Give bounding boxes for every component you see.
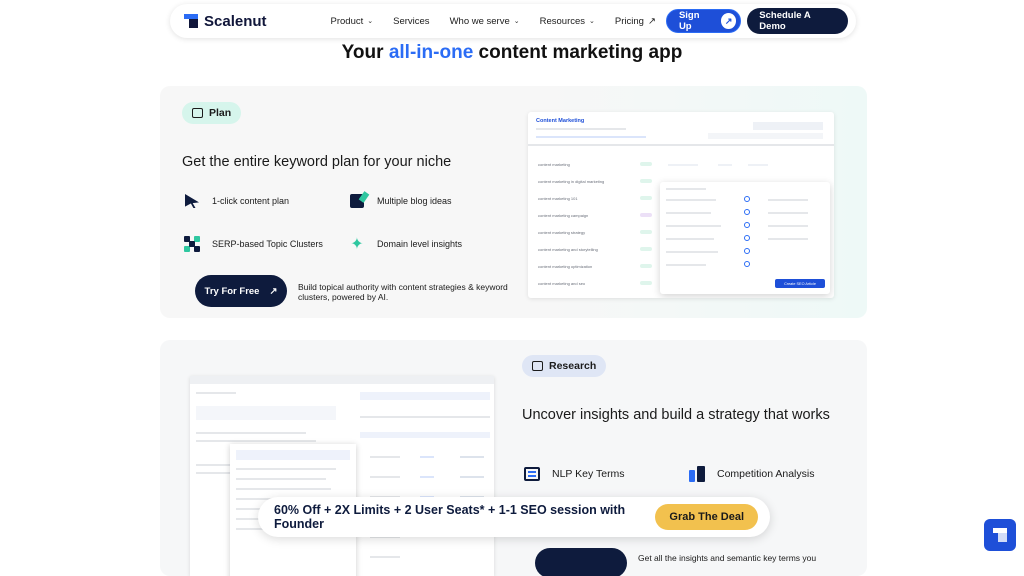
mock-row: content marketing and storytelling <box>538 247 598 252</box>
nav-item-resources[interactable]: Resources ⌄ <box>530 16 605 27</box>
promo-text: 60% Off + 2X Limits + 2 User Seats* + 1-… <box>274 503 626 531</box>
chevron-down-icon: ⌄ <box>367 18 374 25</box>
try-label: Try For Free <box>204 285 260 297</box>
cluster-icon <box>182 234 202 254</box>
feature-item: Competition Analysis <box>687 464 814 484</box>
nav-item-label: Services <box>393 15 430 27</box>
blog-note-icon <box>347 191 367 211</box>
feature-label: NLP Key Terms <box>552 467 625 480</box>
chart-icon <box>192 108 203 118</box>
feature-label: Competition Analysis <box>717 467 815 480</box>
feature-item: ✦ Domain level insights <box>347 234 462 254</box>
research-title: Uncover insights and build a strategy th… <box>522 407 830 423</box>
promo-banner: 60% Off + 2X Limits + 2 User Seats* + 1-… <box>258 497 770 537</box>
plan-card: Plan Get the entire keyword plan for you… <box>160 86 867 318</box>
nlp-terms-icon <box>522 464 542 484</box>
chat-widget-button[interactable] <box>984 519 1016 551</box>
nav-item-label: Resources <box>539 15 586 27</box>
nav-menu: Product ⌄ Services Who we serve ⌄ Resour… <box>321 16 666 27</box>
nav-item-who-we-serve[interactable]: Who we serve ⌄ <box>440 16 530 27</box>
cursor-click-icon <box>182 191 202 211</box>
nav-item-services[interactable]: Services <box>383 16 439 27</box>
feature-label: SERP-based Topic Clusters <box>212 238 323 249</box>
star-insight-icon: ✦ <box>350 235 364 253</box>
plan-tag: Plan <box>182 102 242 124</box>
scalenut-chat-icon <box>993 528 1007 542</box>
arrow-up-right-icon: ↗ <box>721 13 737 29</box>
external-arrow-icon: ↗ <box>647 15 656 27</box>
mock-row: content marketing optimization <box>538 264 593 269</box>
sign-up-label: Sign Up <box>678 10 700 32</box>
schedule-demo-button[interactable]: Schedule A Demo <box>747 8 848 34</box>
research-tag: Research <box>522 355 607 377</box>
nav-item-pricing[interactable]: Pricing ↗ <box>605 16 666 27</box>
mock-row: content marketing strategy <box>538 230 586 235</box>
research-tag-label: Research <box>549 360 597 372</box>
feature-item: SERP-based Topic Clusters <box>182 234 332 254</box>
plan-title: Get the entire keyword plan for your nic… <box>182 154 452 170</box>
mock-row: content marketing in digital marketing <box>538 179 605 184</box>
research-screenshot <box>190 376 494 576</box>
competition-analysis-icon <box>687 464 707 484</box>
headline-accent: all-in-one <box>388 42 474 63</box>
headline-suffix: content marketing app <box>473 42 683 63</box>
nav-item-label: Pricing <box>614 15 644 27</box>
cta-description: Build topical authority with content str… <box>298 282 508 302</box>
chevron-down-icon: ⌄ <box>589 18 595 25</box>
grab-the-deal-button[interactable]: Grab The Deal <box>655 504 758 530</box>
mock-row: content marketing and seo <box>538 281 586 286</box>
feature-item: Multiple blog ideas <box>347 191 452 211</box>
plan-tag-label: Plan <box>209 107 232 119</box>
chevron-down-icon: ⌄ <box>513 18 520 25</box>
feature-item: NLP Key Terms <box>522 464 625 484</box>
research-card: Research Uncover insights and build a st… <box>160 340 867 576</box>
content-plan-screenshot: Content Marketing content marketing cont… <box>528 112 834 298</box>
document-icon <box>532 361 543 371</box>
brand-name: Scalenut <box>204 12 267 30</box>
top-navbar: Scalenut Product ⌄ Services Who we serve… <box>170 4 856 38</box>
brand-logo[interactable]: Scalenut <box>184 13 309 30</box>
page-headline: Your all-in-one content marketing app <box>0 42 1024 64</box>
mock-row: content marketing <box>538 162 570 167</box>
research-cta-button[interactable] <box>535 548 627 576</box>
feature-label: Multiple blog ideas <box>377 195 452 206</box>
keyword-overlay-panel: Create SEO Article <box>660 182 830 294</box>
try-for-free-button[interactable]: Try For Free ↗ <box>195 275 287 307</box>
mock-row: content marketing 101 <box>538 196 578 201</box>
scalenut-logo-icon <box>184 14 198 28</box>
research-cta-description: Get all the insights and semantic key te… <box>638 553 817 563</box>
arrow-up-right-icon: ↗ <box>269 285 278 297</box>
feature-label: Domain level insights <box>377 238 463 249</box>
nav-item-product[interactable]: Product ⌄ <box>321 16 384 27</box>
sign-up-button[interactable]: Sign Up ↗ <box>665 9 742 33</box>
feature-label: 1-click content plan <box>212 195 290 206</box>
mock-title: Content Marketing <box>536 118 585 124</box>
create-seo-article-button[interactable]: Create SEO Article <box>775 279 825 288</box>
feature-item: 1-click content plan <box>182 191 289 211</box>
headline-prefix: Your <box>341 42 389 63</box>
nav-item-label: Who we serve <box>449 15 510 27</box>
nav-item-label: Product <box>330 15 364 27</box>
mock-row: content marketing campaign <box>538 213 589 218</box>
